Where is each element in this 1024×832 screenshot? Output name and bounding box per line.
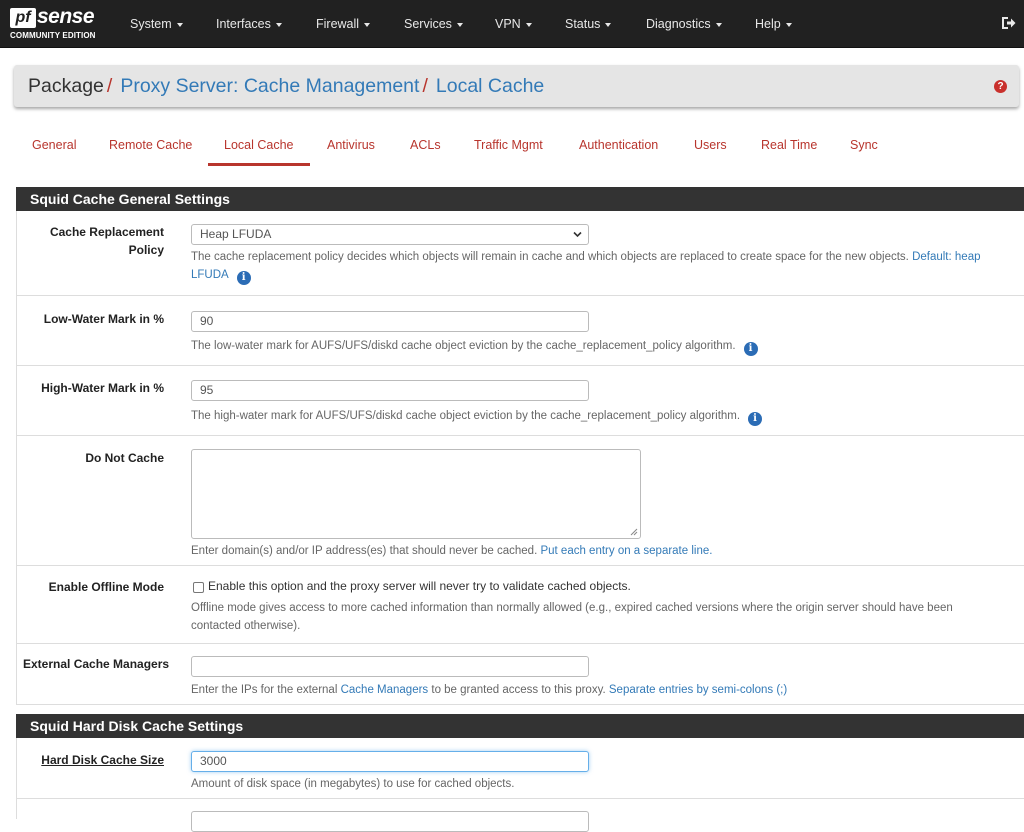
info-circle-icon[interactable]: i: [236, 271, 251, 285]
question-circle-icon[interactable]: ?: [994, 80, 1007, 93]
row-do-not-cache: Do Not Cache Enter domain(s) and/or IP a…: [16, 436, 1024, 566]
field-label: High-Water Mark in %: [41, 381, 164, 395]
info-circle-icon[interactable]: i: [748, 412, 763, 426]
tab-acls[interactable]: ACLs: [410, 128, 441, 166]
logo-mark: pf: [10, 8, 36, 28]
nav-firewall[interactable]: Firewall: [316, 0, 371, 48]
logo-text: sense: [37, 5, 95, 28]
nav-interfaces[interactable]: Interfaces: [216, 0, 282, 48]
row-high-water-mark: High-Water Mark in % 95 The high-water m…: [16, 366, 1024, 436]
pfsense-logo[interactable]: pf sense COMMUNITY EDITION: [10, 5, 110, 42]
nav-help[interactable]: Help: [755, 0, 792, 48]
do-not-cache-textarea[interactable]: [191, 449, 641, 539]
help-text: Amount of disk space (in megabytes) to u…: [191, 778, 515, 790]
tab-traffic-mgmt[interactable]: Traffic Mgmt: [474, 128, 543, 166]
caret-down-icon: [605, 22, 612, 27]
help-text: The cache replacement policy decides whi…: [191, 251, 981, 285]
help-link: Separate entries by semi-colons (;): [608, 684, 788, 696]
top-navbar: pf sense COMMUNITY EDITION System Interf…: [0, 0, 1024, 48]
next-field-input[interactable]: [191, 811, 589, 832]
help-text: Enter the IPs for the external Cache Man…: [191, 684, 788, 696]
cache-replacement-policy-select[interactable]: Heap LFUDA: [191, 224, 589, 245]
breadcrumb-package: Package: [28, 75, 104, 97]
help-link: Cache Managers: [340, 684, 429, 696]
breadcrumb-proxy-server[interactable]: Proxy Server: Cache Management: [120, 75, 419, 97]
nav-system[interactable]: System: [130, 0, 183, 48]
help-link: Put each entry on a separate line.: [540, 545, 713, 557]
row-low-water-mark: Low-Water Mark in % 90 The low-water mar…: [16, 296, 1024, 366]
caret-down-icon: [785, 22, 792, 27]
offline-mode-checkbox[interactable]: [193, 582, 204, 593]
row-next-partial: [16, 799, 1024, 832]
tab-remote-cache[interactable]: Remote Cache: [109, 128, 192, 166]
caret-down-icon: [525, 22, 532, 27]
default-label: Default:: [912, 251, 952, 263]
nav-diagnostics[interactable]: Diagnostics: [646, 0, 722, 48]
nav-status[interactable]: Status: [565, 0, 612, 48]
tab-authentication[interactable]: Authentication: [579, 128, 658, 166]
caret-down-icon: [364, 22, 371, 27]
checkbox-label[interactable]: Enable this option and the proxy server …: [208, 577, 631, 595]
tab-antivirus[interactable]: Antivirus: [327, 128, 375, 166]
nav-services[interactable]: Services: [404, 0, 463, 48]
breadcrumb-separator: /: [106, 75, 113, 97]
hard-disk-cache-size-input[interactable]: 3000: [191, 751, 589, 772]
nav-vpn[interactable]: VPN: [495, 0, 532, 48]
logo-edition: COMMUNITY EDITION: [10, 31, 96, 40]
field-label: Do Not Cache: [85, 451, 164, 465]
tab-local-cache[interactable]: Local Cache: [208, 128, 310, 166]
caret-down-icon: [275, 22, 282, 27]
breadcrumb-local-cache[interactable]: Local Cache: [436, 75, 544, 97]
field-label: Hard Disk Cache Size: [41, 753, 164, 767]
info-circle-icon[interactable]: i: [743, 342, 758, 356]
help-text: The low-water mark for AUFS/UFS/diskd ca…: [191, 337, 758, 356]
breadcrumb-panel: Package / Proxy Server: Cache Management / L…: [14, 65, 1019, 107]
tab-real-time[interactable]: Real Time: [761, 128, 817, 166]
field-label: Cache Replacement Policy: [49, 225, 164, 257]
external-cache-managers-input[interactable]: [191, 656, 589, 677]
tab-general[interactable]: General: [32, 128, 76, 166]
caret-down-icon: [456, 22, 463, 27]
section-header-general: Squid Cache General Settings: [16, 187, 1024, 211]
help-text: Enter domain(s) and/or IP address(es) th…: [191, 545, 713, 557]
help-text: The high-water mark for AUFS/UFS/diskd c…: [191, 407, 763, 426]
field-label: External Cache Managers: [23, 657, 170, 671]
field-label: Low-Water Mark in %: [43, 312, 164, 326]
caret-down-icon: [715, 22, 722, 27]
row-enable-offline-mode: Enable Offline Mode Enable this option a…: [16, 566, 1024, 644]
caret-down-icon: [176, 22, 183, 27]
section-header-disk: Squid Hard Disk Cache Settings: [16, 714, 1024, 738]
tab-users[interactable]: Users: [694, 128, 727, 166]
breadcrumb-separator: /: [422, 75, 428, 97]
tab-sync[interactable]: Sync: [850, 128, 878, 166]
breadcrumb: Package / Proxy Server: Cache Management / L…: [28, 65, 544, 107]
row-cache-replacement-policy: Cache Replacement Policy Heap LFUDA The …: [16, 211, 1024, 296]
high-water-mark-input[interactable]: 95: [191, 380, 589, 401]
sign-out-icon[interactable]: [1000, 15, 1016, 31]
row-hard-disk-cache-size: Hard Disk Cache Size 3000 Amount of disk…: [16, 738, 1024, 799]
low-water-mark-input[interactable]: 90: [191, 311, 589, 332]
resize-grip-icon[interactable]: [630, 528, 638, 536]
row-external-cache-managers: External Cache Managers Enter the IPs fo…: [16, 644, 1024, 705]
chevron-down-icon: [573, 231, 582, 238]
field-label: Enable Offline Mode: [48, 580, 164, 594]
help-text: Offline mode gives access to more cached…: [191, 602, 953, 632]
